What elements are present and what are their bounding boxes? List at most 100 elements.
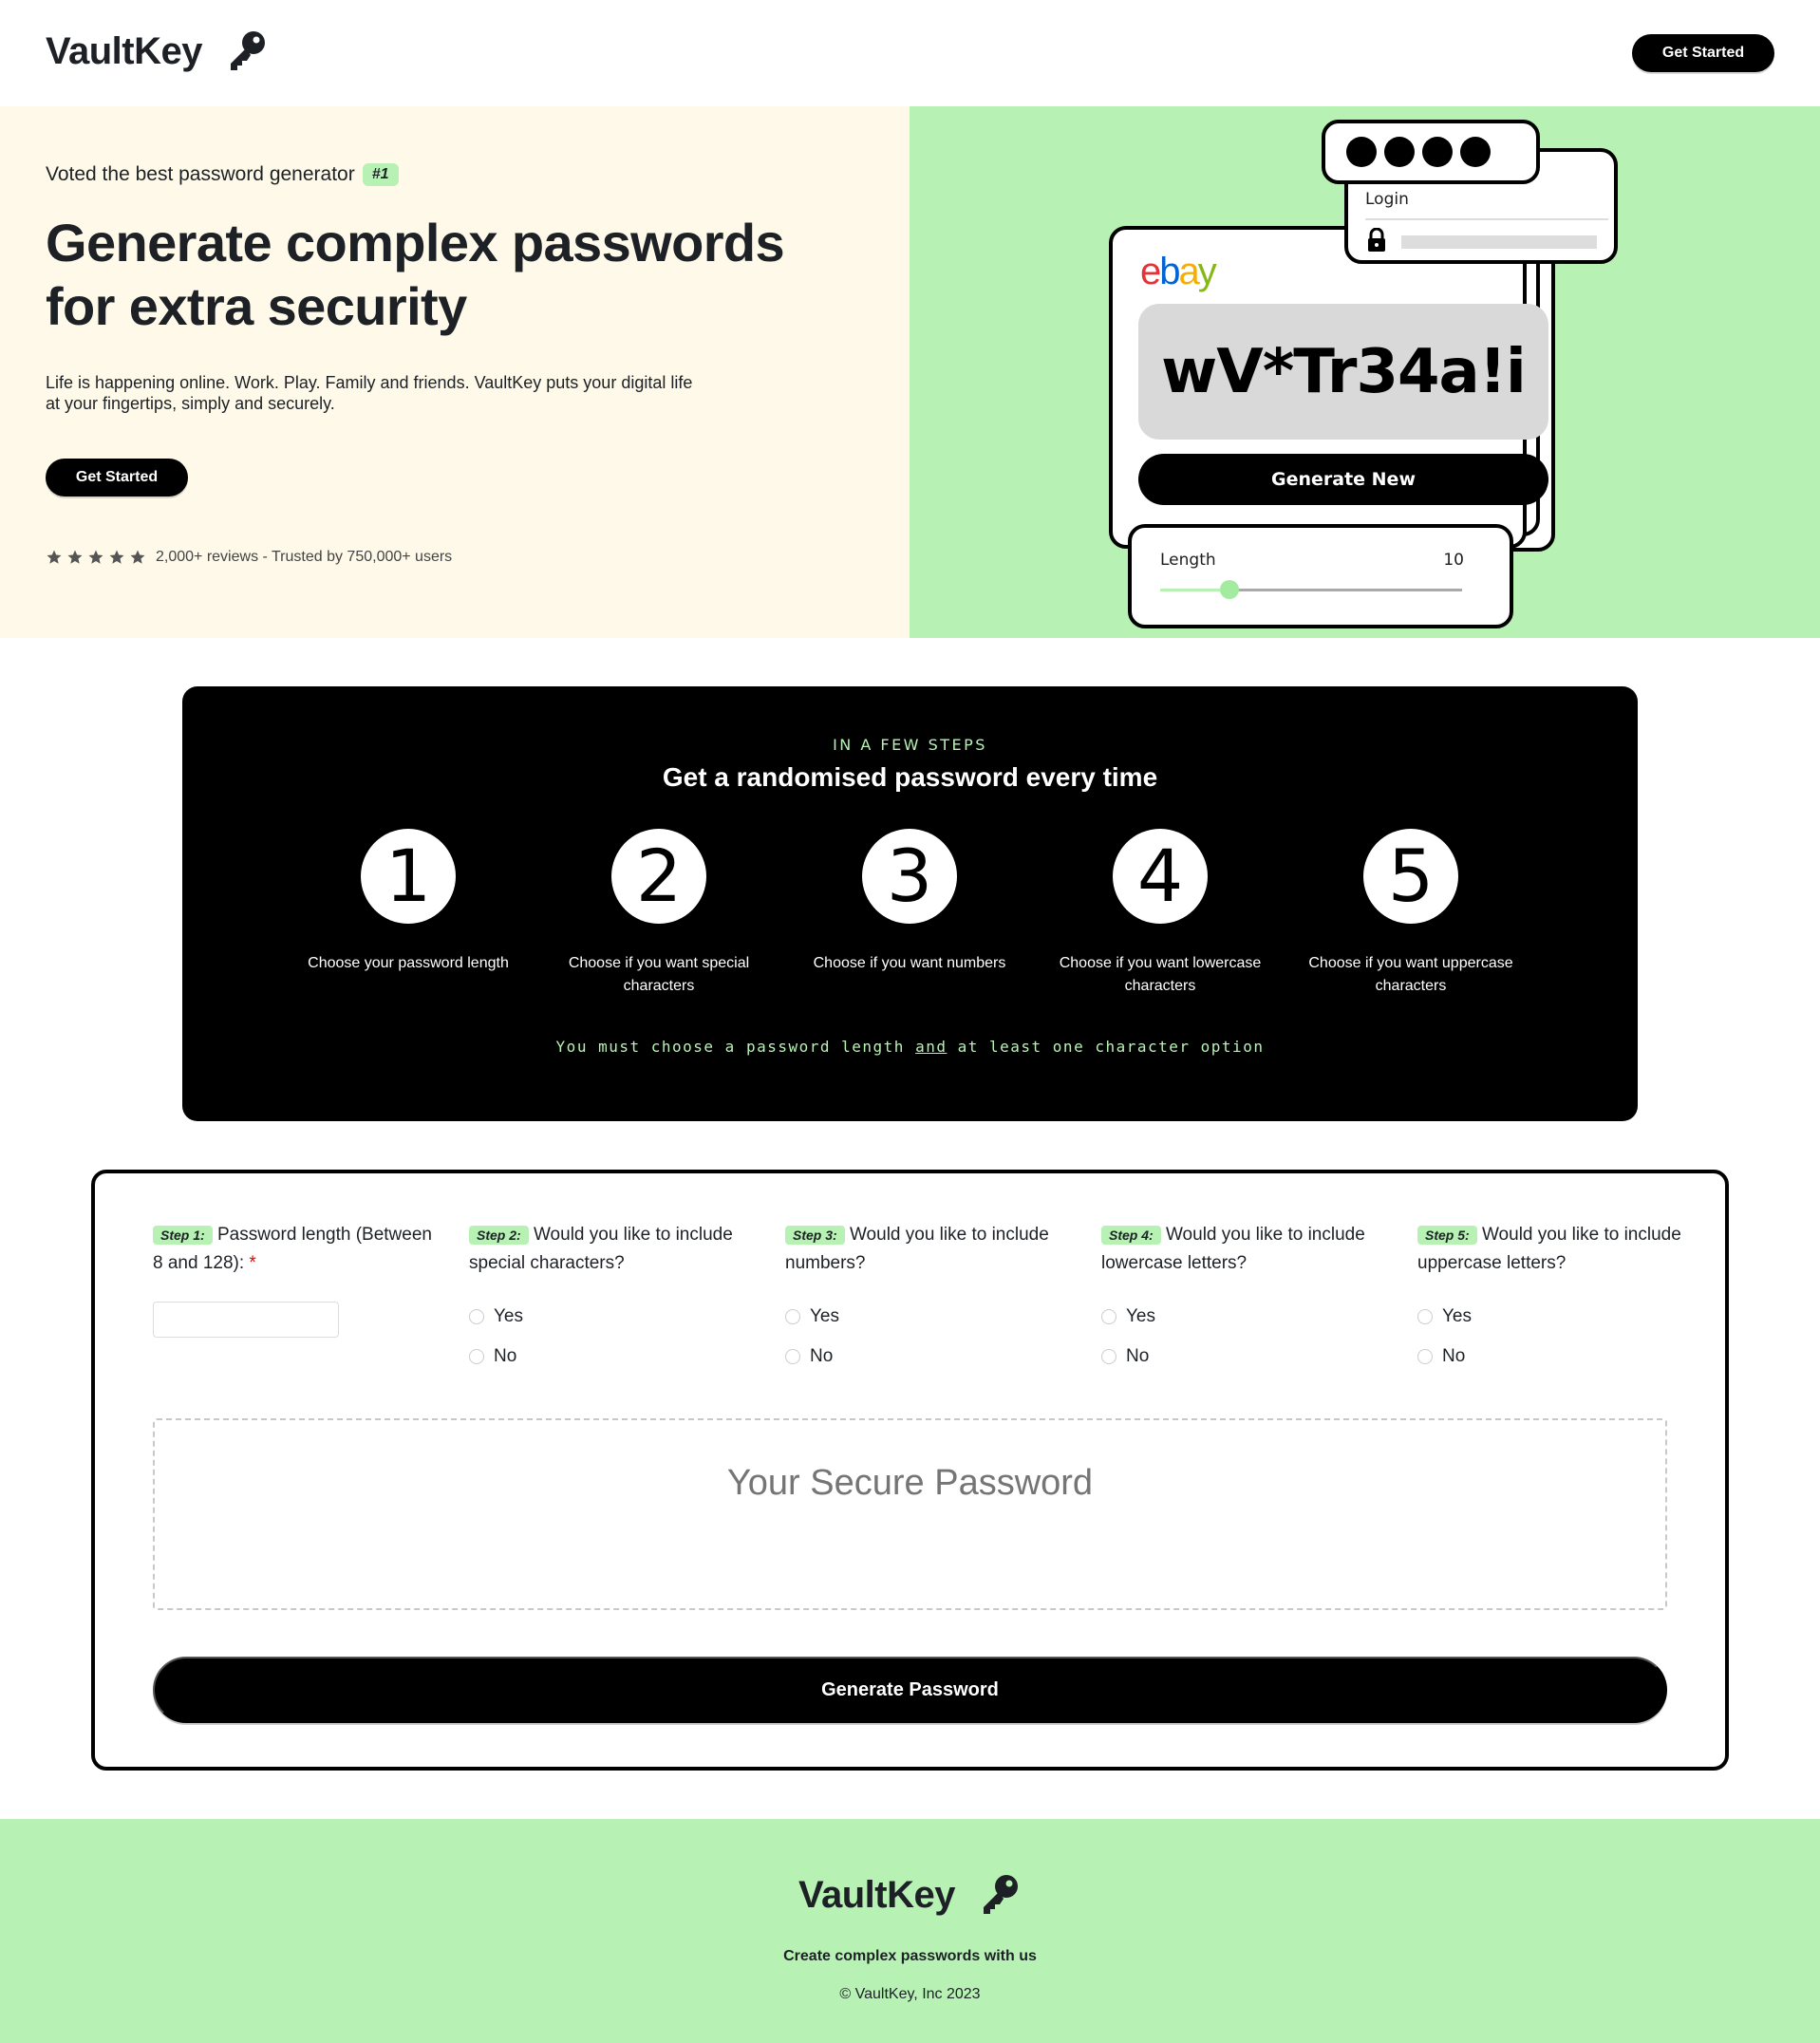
question-length: Step 1: Password length (Between 8 and 1…	[153, 1221, 438, 1278]
step-number: 2	[611, 829, 706, 924]
steps-kicker: IN A FEW STEPS	[833, 736, 987, 754]
uppercase-no-option[interactable]: No	[1417, 1346, 1465, 1367]
rank-badge: #1	[362, 163, 399, 186]
steps-title: Get a randomised password every time	[662, 762, 1158, 792]
lowercase-yes-option[interactable]: Yes	[1101, 1306, 1155, 1327]
login-label: Login	[1365, 190, 1409, 209]
step-description: Choose if you want numbers	[813, 955, 1006, 971]
question-uppercase: Step 5: Would you like to include upperc…	[1417, 1221, 1702, 1278]
footer-copyright: © VaultKey, Inc 2023	[839, 1986, 981, 2002]
step-item-5: 5 Choose if you want uppercase character…	[1297, 829, 1525, 998]
step-description: Choose if you want uppercase characters	[1308, 955, 1513, 994]
masked-password-card	[1322, 120, 1540, 184]
required-marker: *	[249, 1253, 256, 1273]
key-icon	[983, 1875, 1018, 1914]
hero-get-started-button[interactable]: Get Started	[46, 459, 188, 497]
footer-tagline: Create complex passwords with us	[783, 1948, 1037, 1964]
password-form: Step 1: Password length (Between 8 and 1…	[91, 1170, 1729, 1771]
mask-dot	[1422, 137, 1453, 167]
step-description: Choose if you want special characters	[568, 955, 750, 994]
option-label: No	[810, 1346, 834, 1366]
step-item-2: 2 Choose if you want special characters	[545, 829, 773, 998]
step-tag: Step 4:	[1101, 1226, 1161, 1245]
mask-dot	[1384, 137, 1415, 167]
option-label: Yes	[1442, 1306, 1472, 1326]
slider-thumb[interactable]	[1220, 580, 1240, 599]
numbers-no-option[interactable]: No	[785, 1346, 833, 1367]
generate-password-button[interactable]: Generate Password	[153, 1657, 1667, 1723]
footer-logo[interactable]: VaultKey	[0, 1872, 1820, 1918]
radio-button[interactable]	[469, 1309, 484, 1324]
steps-note: You must choose a password length and at…	[182, 1038, 1638, 1056]
step-number: 5	[1363, 829, 1458, 924]
star-rating	[46, 549, 146, 566]
hero-section: Voted the best password generator #1 Gen…	[0, 106, 910, 638]
step-description: Choose your password length	[308, 955, 509, 971]
radio-button[interactable]	[1101, 1349, 1116, 1364]
steps-note-post: at least one character option	[947, 1038, 1265, 1056]
step-item-3: 3 Choose if you want numbers	[796, 829, 1023, 975]
question-special: Step 2: Would you like to include specia…	[469, 1221, 754, 1278]
header-get-started-button[interactable]: Get Started	[1632, 34, 1774, 72]
footer-logo-text: VaultKey	[798, 1873, 955, 1916]
generate-new-button[interactable]: Generate New	[1138, 454, 1548, 505]
radio-button[interactable]	[785, 1309, 800, 1324]
site-footer: VaultKey Create complex passwords with u…	[0, 1819, 1820, 2043]
step-tag: Step 2:	[469, 1226, 529, 1245]
password-output-placeholder: Your Secure Password	[726, 1463, 1094, 1503]
step-tag: Step 5:	[1417, 1226, 1477, 1245]
question-lowercase: Step 4: Would you like to include lowerc…	[1101, 1221, 1386, 1278]
voted-line: Voted the best password generator #1	[46, 163, 399, 186]
special-no-option[interactable]: No	[469, 1346, 516, 1367]
length-card: Length 10	[1128, 524, 1513, 628]
uppercase-yes-option[interactable]: Yes	[1417, 1306, 1472, 1327]
hero-description: Life is happening online. Work. Play. Fa…	[46, 373, 693, 413]
mask-dot	[1346, 137, 1377, 167]
star-icon	[47, 550, 62, 564]
numbers-yes-option[interactable]: Yes	[785, 1306, 839, 1327]
option-label: No	[494, 1346, 517, 1366]
password-output[interactable]: Your Secure Password	[153, 1418, 1667, 1610]
rating: 2,000+ reviews - Trusted by 750,000+ use…	[46, 549, 452, 566]
special-yes-option[interactable]: Yes	[469, 1306, 523, 1327]
generator-card: ebay wV*Tr34a!i Generate New	[1109, 226, 1548, 549]
step-description: Choose if you want lowercase characters	[1059, 955, 1262, 994]
hero-title: Generate complex passwords for extra sec…	[46, 213, 785, 336]
star-icon	[109, 550, 124, 564]
rating-text: 2,000+ reviews - Trusted by 750,000+ use…	[156, 549, 453, 565]
step-number: 3	[862, 829, 957, 924]
radio-button[interactable]	[1417, 1349, 1433, 1364]
lowercase-no-option[interactable]: No	[1101, 1346, 1149, 1367]
length-label: Length	[1160, 551, 1216, 570]
step-item-4: 4 Choose if you want lowercase character…	[1046, 829, 1274, 998]
step-tag: Step 3:	[785, 1226, 845, 1245]
step-number: 1	[361, 829, 456, 924]
star-icon	[67, 550, 83, 564]
hero-illustration: ebay wV*Tr34a!i Generate New Login Lengt…	[910, 106, 1820, 638]
generated-password: wV*Tr34a!i	[1138, 304, 1548, 440]
step-number: 4	[1113, 829, 1208, 924]
mask-dot	[1460, 137, 1491, 167]
radio-button[interactable]	[785, 1349, 800, 1364]
logo-text: VaultKey	[46, 29, 202, 72]
lock-icon	[1368, 228, 1385, 252]
star-icon	[88, 550, 103, 564]
radio-button[interactable]	[1417, 1309, 1433, 1324]
length-value: 10	[1443, 551, 1464, 570]
option-label: Yes	[1126, 1306, 1155, 1326]
radio-button[interactable]	[469, 1349, 484, 1364]
step-item-1: 1 Choose your password length	[294, 829, 522, 975]
option-label: Yes	[810, 1306, 839, 1326]
logo[interactable]: VaultKey	[46, 28, 269, 74]
length-slider[interactable]	[1160, 580, 1462, 599]
star-icon	[130, 550, 145, 564]
login-divider	[1365, 218, 1608, 220]
key-icon	[230, 31, 265, 70]
option-label: Yes	[494, 1306, 523, 1326]
site-header: VaultKey Get Started	[0, 0, 1820, 106]
radio-button[interactable]	[1101, 1309, 1116, 1324]
steps-note-and: and	[915, 1038, 948, 1056]
steps-section: IN A FEW STEPS Get a randomised password…	[182, 686, 1638, 1121]
step-tag: Step 1:	[153, 1226, 213, 1245]
length-input[interactable]	[153, 1302, 339, 1338]
